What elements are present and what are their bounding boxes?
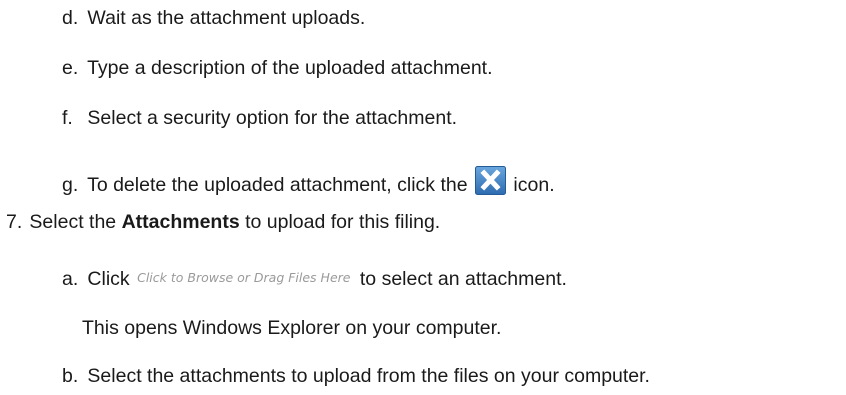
browse-files-link[interactable]: Click to Browse or Drag Files Here [137,266,350,290]
step-a-text-after: to select an attachment. [359,268,567,290]
step-a: a. Click Click to Browse or Drag Files H… [62,266,567,291]
step-g-text-after: icon. [513,174,555,196]
step-e: e. Type a description of the uploaded at… [62,56,493,80]
step-7-text-after: to upload for this filing. [245,211,441,233]
step-a-text-before: Click [87,268,130,290]
step-a-marker: a. [62,268,79,290]
step-b-marker: b. [62,365,79,387]
step-g: g. To delete the uploaded attachment, cl… [62,166,555,197]
step-e-marker: e. [62,57,79,79]
attachments-label: Attachments [121,211,240,233]
step-a-note-text: This opens Windows Explorer on your comp… [82,317,502,339]
step-7-text-before: Select the [29,211,117,233]
step-a-note: This opens Windows Explorer on your comp… [82,316,501,340]
step-g-text-before: To delete the uploaded attachment, click… [87,174,468,196]
step-g-marker: g. [62,174,79,196]
step-7: 7. Select the Attachments to upload for … [6,210,440,234]
step-f-text: Select a security option for the attachm… [87,107,458,129]
step-f-marker: f. [62,107,73,129]
step-b-text: Select the attachments to upload from th… [87,365,650,387]
step-f: f. Select a security option for the atta… [62,106,457,130]
step-d-marker: d. [62,7,79,29]
step-d-text: Wait as the attachment uploads. [87,7,366,29]
step-e-text: Type a description of the uploaded attac… [87,57,493,79]
delete-x-icon[interactable] [475,166,506,195]
step-7-marker: 7. [6,211,23,233]
step-b: b. Select the attachments to upload from… [62,364,650,388]
step-d: d. Wait as the attachment uploads. [62,6,365,30]
